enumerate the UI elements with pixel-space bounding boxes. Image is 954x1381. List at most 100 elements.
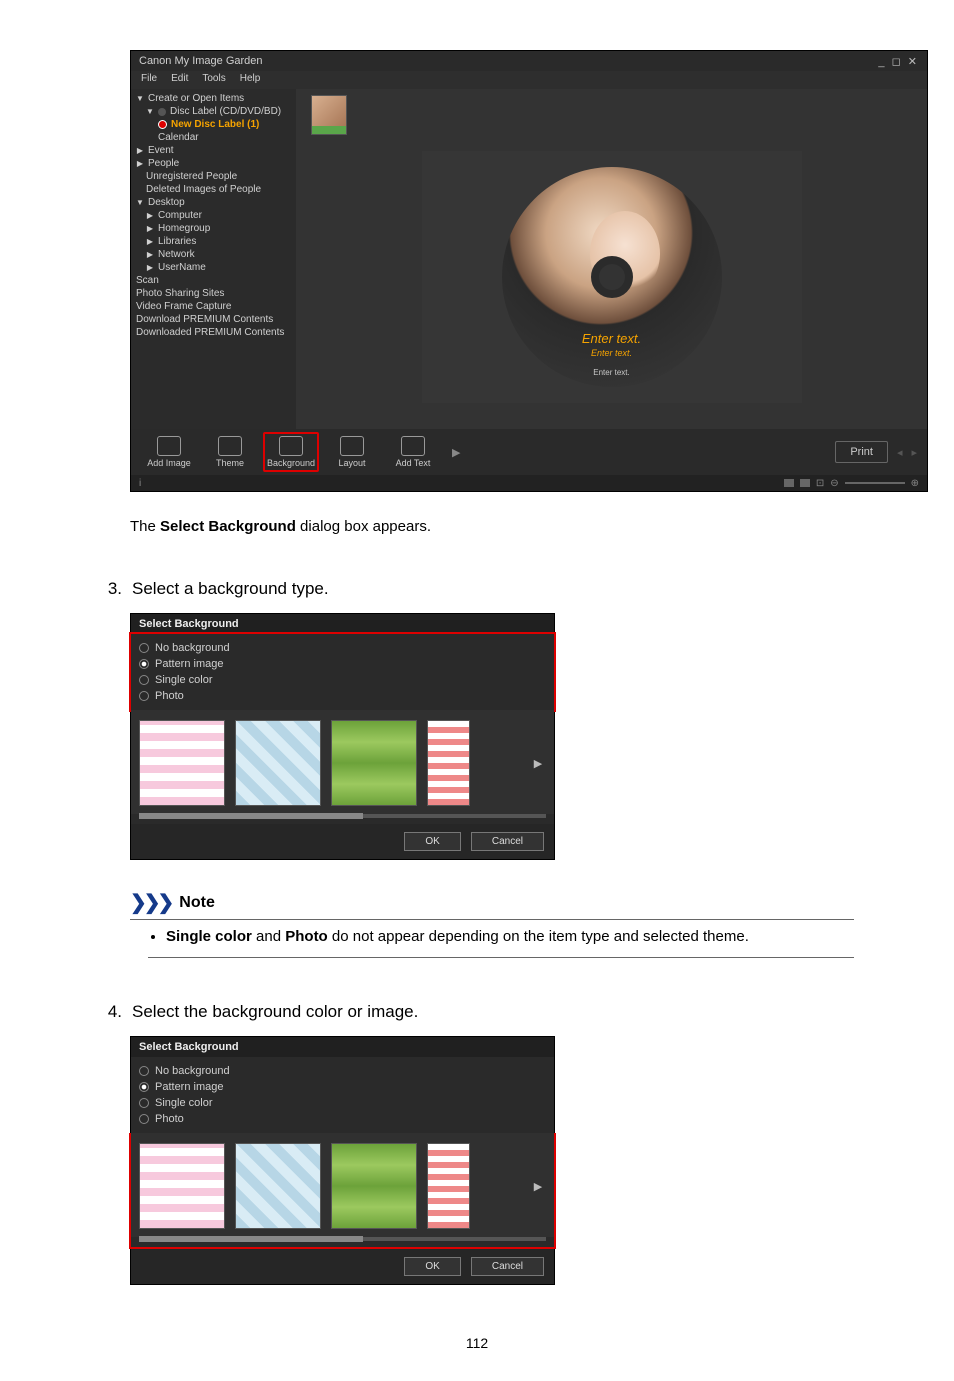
- tree-event[interactable]: ▶Event: [136, 144, 291, 157]
- print-button[interactable]: Print: [835, 441, 888, 463]
- tree-calendar[interactable]: Calendar: [136, 131, 291, 144]
- disc-text-2[interactable]: Enter text.: [591, 348, 632, 358]
- edit-canvas: Enter text. Enter text. Enter text.: [296, 89, 927, 429]
- radio-single-color[interactable]: Single color: [139, 672, 546, 688]
- radio-icon: [139, 643, 149, 653]
- note-arrows-icon: ❯❯❯: [130, 890, 171, 915]
- thumb-scrollbar[interactable]: [139, 814, 546, 818]
- pattern-thumbnails: ▶: [131, 710, 554, 814]
- radio-photo[interactable]: Photo: [139, 688, 546, 704]
- tree-deleted[interactable]: Deleted Images of People: [136, 183, 291, 196]
- tree-sharing[interactable]: Photo Sharing Sites: [136, 287, 291, 300]
- pattern-thumb[interactable]: [427, 720, 470, 806]
- step-3: 3. Select a background type.: [100, 579, 854, 599]
- view-icon-1[interactable]: [784, 479, 794, 487]
- pattern-thumb[interactable]: [427, 1143, 470, 1229]
- tree-newdisc[interactable]: New Disc Label (1): [136, 118, 291, 131]
- add-text-icon: [401, 436, 425, 456]
- add-image-button[interactable]: Add Image: [141, 436, 197, 468]
- radio-group: No background Pattern image Single color…: [131, 1057, 554, 1135]
- cancel-button[interactable]: Cancel: [471, 1257, 544, 1276]
- tree-libraries[interactable]: ▶Libraries: [136, 235, 291, 248]
- menu-file[interactable]: File: [141, 73, 157, 87]
- radio-single-color[interactable]: Single color: [139, 1095, 546, 1111]
- radio-pattern-image[interactable]: Pattern image: [139, 656, 546, 672]
- disc-text-3[interactable]: Enter text.: [593, 368, 629, 377]
- tree-unreg[interactable]: Unregistered People: [136, 170, 291, 183]
- layout-button[interactable]: Layout: [324, 436, 380, 468]
- pattern-thumb[interactable]: [139, 1143, 225, 1229]
- radio-icon: [139, 1066, 149, 1076]
- tree-people[interactable]: ▶People: [136, 157, 291, 170]
- menubar: File Edit Tools Help: [131, 71, 927, 89]
- status-info: i: [139, 478, 141, 489]
- view-icon-2[interactable]: [800, 479, 810, 487]
- zoom-fit-icon[interactable]: ⊡: [816, 478, 824, 489]
- disc-text-1[interactable]: Enter text.: [582, 331, 641, 346]
- menu-help[interactable]: Help: [240, 73, 261, 87]
- radio-group: No background Pattern image Single color…: [131, 634, 554, 712]
- pattern-thumbnails: ▶: [131, 1133, 554, 1237]
- tree-username[interactable]: ▶UserName: [136, 261, 291, 274]
- thumbs-next-icon[interactable]: ▶: [530, 748, 546, 778]
- bottom-toolbar: Add Image Theme Background Layout Add Te…: [131, 429, 927, 475]
- radio-icon: [139, 659, 149, 669]
- ok-button[interactable]: OK: [404, 832, 460, 851]
- step-3-number: 3.: [100, 579, 122, 599]
- zoom-controls[interactable]: ⊡ ⊖ ⊕: [784, 478, 919, 489]
- menu-edit[interactable]: Edit: [171, 73, 188, 87]
- add-text-button[interactable]: Add Text: [385, 436, 441, 468]
- cancel-button[interactable]: Cancel: [471, 832, 544, 851]
- pattern-thumb[interactable]: [331, 720, 417, 806]
- pattern-thumb[interactable]: [139, 720, 225, 806]
- tree-network[interactable]: ▶Network: [136, 248, 291, 261]
- thumb-scrollbar[interactable]: [139, 1237, 546, 1241]
- thumbs-next-icon[interactable]: ▶: [530, 1171, 546, 1201]
- background-button[interactable]: Background: [263, 432, 319, 472]
- tree-disclabel[interactable]: ▼Disc Label (CD/DVD/BD): [136, 105, 291, 118]
- tree-computer[interactable]: ▶Computer: [136, 209, 291, 222]
- radio-photo[interactable]: Photo: [139, 1111, 546, 1127]
- pattern-thumb[interactable]: [235, 1143, 321, 1229]
- tree-dlpremium[interactable]: Download PREMIUM Contents: [136, 313, 291, 326]
- tree-videoframe[interactable]: Video Frame Capture: [136, 300, 291, 313]
- radio-pattern-image[interactable]: Pattern image: [139, 1079, 546, 1095]
- step-3-text: Select a background type.: [132, 579, 854, 599]
- radio-icon: [139, 1114, 149, 1124]
- tree-scan[interactable]: Scan: [136, 274, 291, 287]
- menu-tools[interactable]: Tools: [202, 73, 225, 87]
- tree-homegroup[interactable]: ▶Homegroup: [136, 222, 291, 235]
- theme-button[interactable]: Theme: [202, 436, 258, 468]
- note-body: Single color and Photo do not appear dep…: [148, 928, 854, 958]
- dialog-buttons: OK Cancel: [131, 824, 554, 859]
- sidebar-tree: ▼Create or Open Items ▼Disc Label (CD/DV…: [131, 89, 296, 429]
- status-bar: i ⊡ ⊖ ⊕: [131, 475, 927, 491]
- nav-next-icon[interactable]: ▸: [911, 446, 917, 459]
- disc[interactable]: Enter text. Enter text. Enter text.: [502, 167, 722, 387]
- add-image-icon: [157, 436, 181, 456]
- step-4-number: 4.: [100, 1002, 122, 1022]
- ok-button[interactable]: OK: [404, 1257, 460, 1276]
- tree-desktop[interactable]: ▼Desktop: [136, 196, 291, 209]
- background-icon: [279, 436, 303, 456]
- select-background-dialog-2: Select Background No background Pattern …: [130, 1036, 555, 1285]
- zoom-in-icon[interactable]: ⊕: [911, 478, 919, 489]
- window-controls[interactable]: _ ◻ ✕: [878, 55, 919, 68]
- zoom-out-icon[interactable]: ⊖: [830, 478, 838, 489]
- tree-create[interactable]: ▼Create or Open Items: [136, 92, 291, 105]
- app-title: Canon My Image Garden: [139, 55, 263, 67]
- pattern-thumb[interactable]: [331, 1143, 417, 1229]
- image-thumbnail[interactable]: [311, 95, 347, 135]
- toolbar-more-icon[interactable]: ▶: [452, 446, 460, 459]
- radio-icon: [139, 1098, 149, 1108]
- radio-icon: [139, 1082, 149, 1092]
- select-background-dialog-1: Select Background No background Pattern …: [130, 613, 555, 860]
- radio-no-background[interactable]: No background: [139, 1063, 546, 1079]
- radio-no-background[interactable]: No background: [139, 640, 546, 656]
- nav-prev-icon[interactable]: ◂: [897, 446, 903, 459]
- pattern-thumb[interactable]: [235, 720, 321, 806]
- zoom-slider[interactable]: [845, 482, 905, 484]
- step-4-text: Select the background color or image.: [132, 1002, 854, 1022]
- tree-dledpremium[interactable]: Downloaded PREMIUM Contents: [136, 326, 291, 339]
- dialog-title: Select Background: [131, 1037, 554, 1057]
